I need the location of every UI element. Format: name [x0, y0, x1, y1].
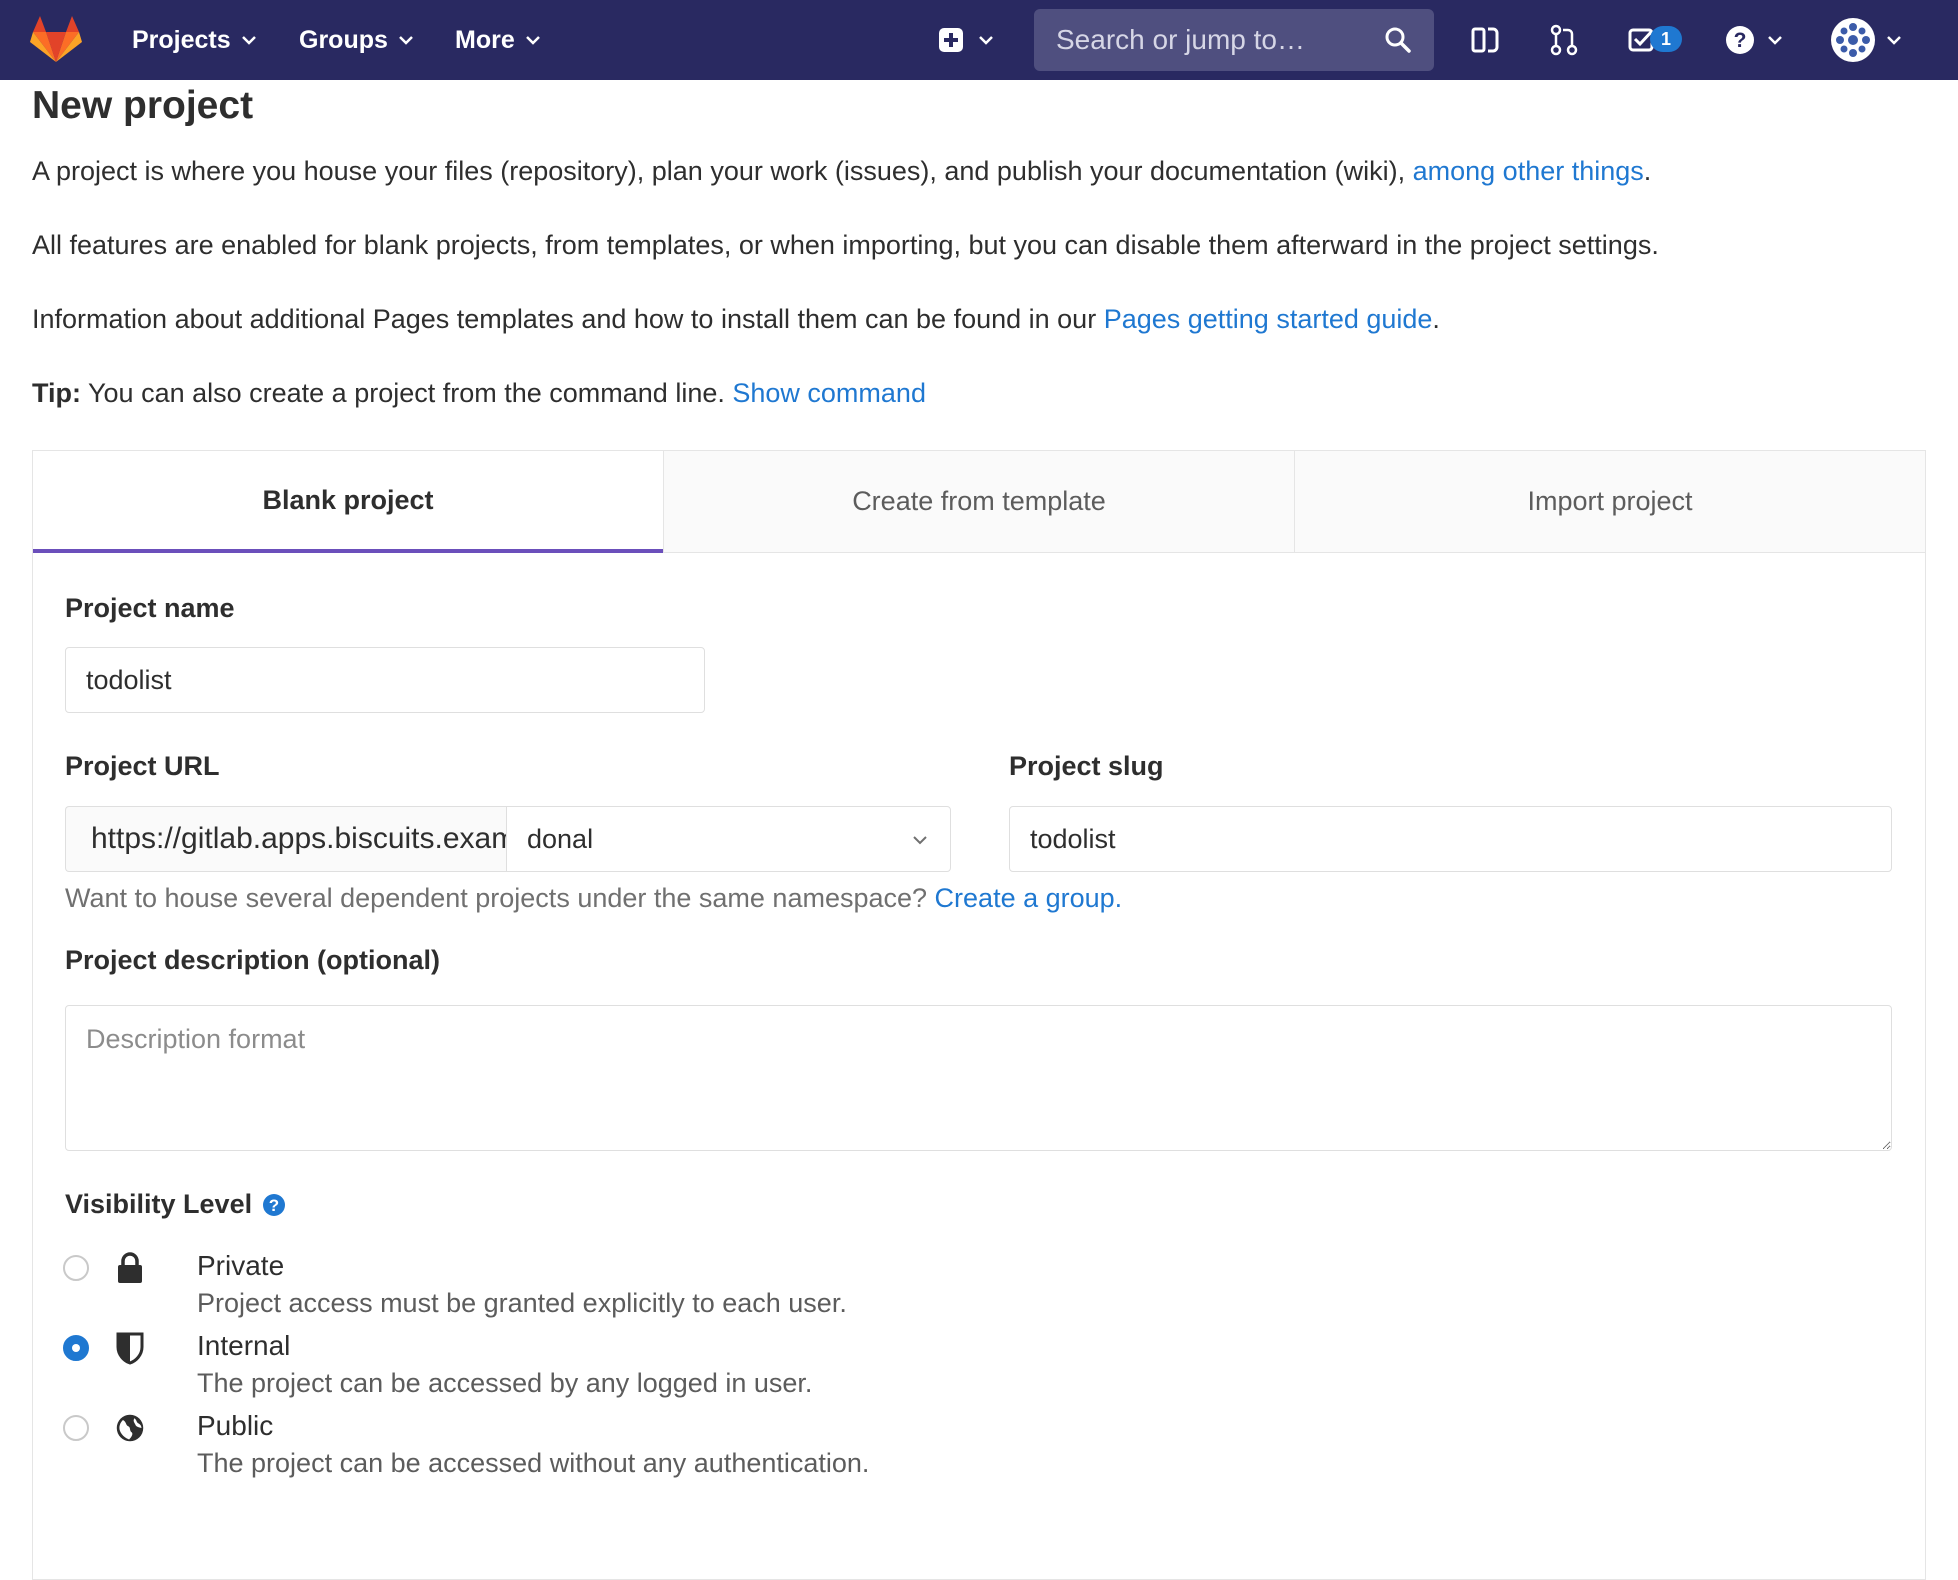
tab-blank-project[interactable]: Blank project [33, 451, 663, 553]
pages-info-end: . [1432, 304, 1440, 334]
show-command-link[interactable]: Show command [732, 378, 926, 408]
visibility-option-public[interactable]: Public The project can be accessed witho… [63, 1410, 963, 1491]
merge-request-icon [1550, 24, 1578, 56]
project-type-tabs: Blank project Create from template Impor… [33, 451, 1925, 553]
todo-count-badge: 1 [1650, 26, 1683, 52]
shield-icon [116, 1332, 144, 1365]
issues-nav-button[interactable] [1470, 0, 1500, 80]
chevron-down-icon [913, 836, 927, 845]
nav-groups-menu[interactable]: Groups [299, 0, 414, 80]
project-name-input[interactable] [65, 647, 705, 713]
pages-info-text: Information about additional Pages templ… [32, 304, 1104, 334]
help-icon[interactable]: ? [262, 1193, 286, 1217]
features-paragraph: All features are enabled for blank proje… [32, 230, 1659, 260]
intro-text: A project is where you house your files … [32, 156, 1413, 186]
namespace-value: donal [527, 824, 594, 854]
create-group-link[interactable]: Create a group. [935, 883, 1123, 913]
visibility-option-private[interactable]: Private Project access must be granted e… [63, 1250, 963, 1331]
namespace-select[interactable]: donal [506, 806, 951, 872]
merge-requests-nav-button[interactable] [1550, 0, 1578, 80]
project-description-label: Project description (optional) [65, 945, 441, 975]
tip-text: You can also create a project from the c… [81, 378, 733, 408]
visibility-option-internal[interactable]: Internal The project can be accessed by … [63, 1330, 963, 1411]
visibility-level-heading: Visibility Level ? [65, 1189, 286, 1220]
among-other-things-link[interactable]: among other things [1413, 156, 1644, 186]
public-label: Public [197, 1410, 274, 1441]
user-menu-dropdown[interactable] [1830, 0, 1902, 80]
new-item-dropdown[interactable] [938, 0, 994, 80]
public-radio[interactable] [63, 1415, 89, 1441]
gitlab-logo-icon[interactable] [30, 16, 82, 64]
help-dropdown[interactable]: ? [1725, 0, 1783, 80]
svg-text:?: ? [269, 1196, 279, 1215]
project-url-label: Project URL [65, 751, 220, 781]
group-help-label: Want to house several dependent projects… [65, 883, 935, 913]
svg-text:?: ? [1734, 29, 1747, 52]
project-slug-input[interactable] [1009, 806, 1892, 872]
internal-description: The project can be accessed by any logge… [197, 1368, 813, 1398]
nav-more-menu[interactable]: More [455, 0, 541, 80]
group-help-text: Want to house several dependent projects… [65, 883, 1122, 914]
private-label: Private [197, 1250, 285, 1281]
intro-paragraph: A project is where you house your files … [32, 156, 1651, 187]
tip-label: Tip: [32, 378, 81, 408]
question-circle-icon: ? [1726, 26, 1754, 54]
tip-paragraph: Tip: You can also create a project from … [32, 378, 926, 409]
tab-import-project[interactable]: Import project [1294, 451, 1925, 553]
project-description-textarea[interactable] [65, 1005, 1892, 1151]
todos-nav-button[interactable]: 1 [1628, 0, 1688, 80]
plus-square-icon [939, 28, 963, 52]
search-input[interactable] [1054, 23, 1378, 57]
visibility-level-label: Visibility Level [65, 1189, 253, 1219]
public-description: The project can be accessed without any … [197, 1448, 870, 1478]
internal-label: Internal [197, 1330, 291, 1361]
chevron-down-icon [525, 36, 540, 45]
search-icon[interactable] [1384, 26, 1412, 54]
globe-icon [116, 1414, 144, 1442]
chevron-down-icon [1768, 36, 1782, 45]
chevron-down-icon [241, 36, 256, 45]
top-navbar: Projects Groups More Search or jump to… … [0, 0, 1958, 80]
new-project-panel: Blank project Create from template Impor… [32, 450, 1926, 1580]
pages-guide-link[interactable]: Pages getting started guide [1104, 304, 1433, 334]
issues-icon [1471, 27, 1499, 53]
page-title: New project [32, 84, 254, 127]
chevron-down-icon [399, 36, 413, 45]
tab-create-from-template[interactable]: Create from template [663, 451, 1294, 553]
nav-more-label: More [455, 25, 515, 54]
nav-groups-label: Groups [299, 25, 388, 54]
lock-icon [118, 1252, 142, 1283]
project-slug-label: Project slug [1009, 751, 1164, 781]
private-radio[interactable] [63, 1255, 89, 1281]
avatar [1831, 18, 1875, 62]
internal-radio[interactable] [63, 1335, 89, 1361]
search-bar [1034, 9, 1434, 71]
pages-info-paragraph: Information about additional Pages templ… [32, 304, 1440, 335]
private-description: Project access must be granted explicitl… [197, 1288, 847, 1318]
project-name-label: Project name [65, 593, 235, 623]
intro-end: . [1643, 156, 1652, 186]
nav-projects-label: Projects [132, 25, 231, 54]
project-url-prefix: https://gitlab.apps.biscuits.example.com… [65, 806, 506, 872]
chevron-down-icon [1887, 36, 1901, 45]
chevron-down-icon [979, 36, 993, 45]
nav-projects-menu[interactable]: Projects [132, 0, 257, 80]
